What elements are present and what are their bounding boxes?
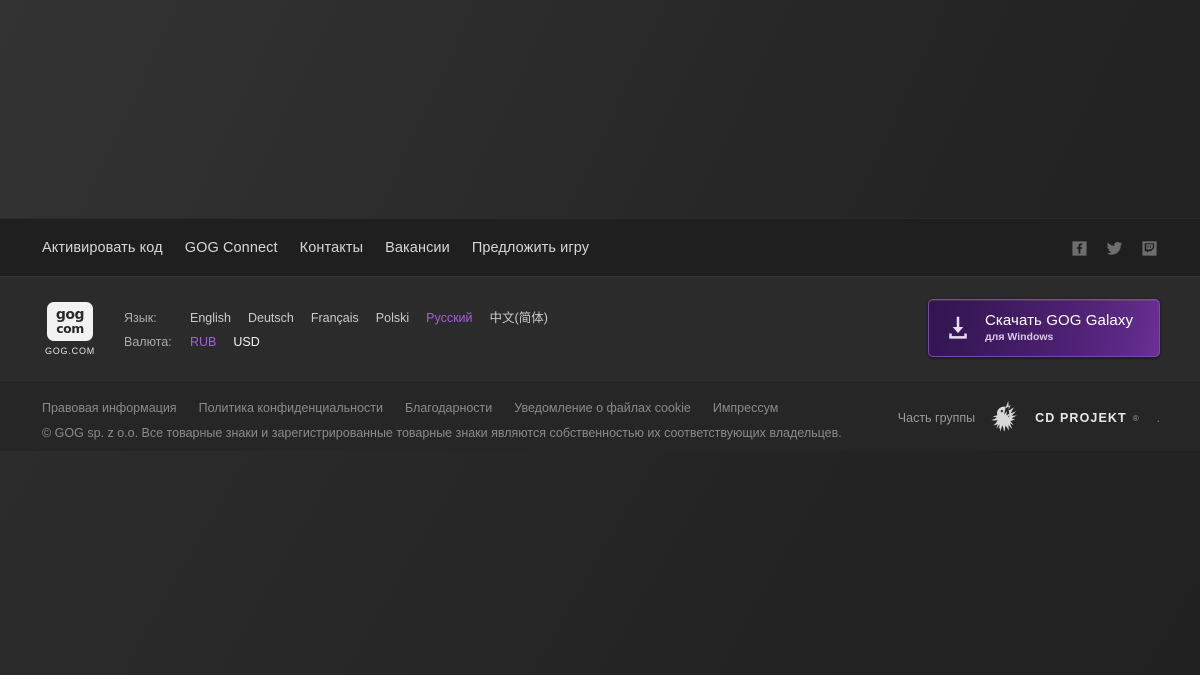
nav-suggest-game[interactable]: Предложить игру xyxy=(472,240,589,256)
language-option-deutsch[interactable]: Deutsch xyxy=(248,311,294,325)
language-option-polski[interactable]: Polski xyxy=(376,311,409,325)
footer-settings-band: gog com GOG.COM Язык: English Deutsch Fr… xyxy=(0,276,1200,381)
gog-footer-page: Активировать код GOG Connect Контакты Ва… xyxy=(0,0,1200,675)
download-galaxy-text: Скачать GOG Galaxy для Windows xyxy=(985,313,1133,344)
gog-logo-mark-bottom: com xyxy=(56,323,84,336)
currency-option-rub[interactable]: RUB xyxy=(190,335,216,349)
currency-row: Валюта: RUB USD xyxy=(124,335,548,349)
legal-link-legal[interactable]: Правовая информация xyxy=(42,401,177,415)
currency-option-usd[interactable]: USD xyxy=(233,335,259,349)
footer-legal-band: Правовая информация Политика конфиденциа… xyxy=(0,380,1200,451)
language-option-english[interactable]: English xyxy=(190,311,231,325)
footer-nav-inner: Активировать код GOG Connect Контакты Ва… xyxy=(40,240,1160,257)
page-content-area xyxy=(0,0,1200,218)
download-galaxy-button[interactable]: Скачать GOG Galaxy для Windows xyxy=(928,299,1160,357)
currency-options: RUB USD xyxy=(190,335,260,349)
cd-projekt-group[interactable]: Часть группы CD PROJEKT ® . xyxy=(898,400,1160,436)
language-options: English Deutsch Français Polski Русский … xyxy=(190,307,548,326)
download-galaxy-subtitle: для Windows xyxy=(985,332,1133,344)
preferences: Язык: English Deutsch Français Polski Ру… xyxy=(124,307,548,351)
legal-link-cookies[interactable]: Уведомление о файлах cookie xyxy=(514,401,691,415)
twitch-icon[interactable] xyxy=(1141,240,1158,257)
language-row: Язык: English Deutsch Français Polski Ру… xyxy=(124,307,548,326)
copyright-text: © GOG sp. z o.o. Все товарные знаки и за… xyxy=(42,426,842,440)
download-galaxy-title: Скачать GOG Galaxy xyxy=(985,313,1133,330)
language-label: Язык: xyxy=(124,311,190,325)
footer-settings-inner: gog com GOG.COM Язык: English Deutsch Fr… xyxy=(40,277,1160,381)
language-option-chinese[interactable]: 中文(简体) xyxy=(490,307,548,326)
language-option-francais[interactable]: Français xyxy=(311,311,359,325)
gog-logo[interactable]: gog com GOG.COM xyxy=(42,302,98,356)
nav-contacts[interactable]: Контакты xyxy=(300,240,363,256)
twitter-icon[interactable] xyxy=(1106,240,1123,257)
facebook-icon[interactable] xyxy=(1071,240,1088,257)
footer-nav-links: Активировать код GOG Connect Контакты Ва… xyxy=(40,240,589,256)
cd-projekt-prefix: Часть группы xyxy=(898,411,975,425)
cd-projekt-wordmark: CD PROJEKT xyxy=(1035,411,1127,425)
legal-link-privacy[interactable]: Политика конфиденциальности xyxy=(199,401,383,415)
currency-label: Валюта: xyxy=(124,335,190,349)
download-icon xyxy=(943,313,973,343)
legal-link-credits[interactable]: Благодарности xyxy=(405,401,492,415)
footer-nav-band: Активировать код GOG Connect Контакты Ва… xyxy=(0,218,1200,277)
footer-legal-inner: Правовая информация Политика конфиденциа… xyxy=(40,381,1160,451)
cd-projekt-bird-icon xyxy=(985,400,1025,436)
gog-logo-mark: gog com xyxy=(47,302,93,341)
cd-projekt-dot: . xyxy=(1157,411,1160,425)
cd-projekt-trademark: ® xyxy=(1133,414,1139,423)
gog-logo-label: GOG.COM xyxy=(45,346,95,356)
legal-links: Правовая информация Политика конфиденциа… xyxy=(42,401,778,415)
gog-logo-mark-top: gog xyxy=(56,308,84,322)
social-links xyxy=(1071,240,1160,257)
legal-link-impressum[interactable]: Импрессум xyxy=(713,401,778,415)
nav-activate-code[interactable]: Активировать код xyxy=(42,240,163,256)
nav-jobs[interactable]: Вакансии xyxy=(385,240,450,256)
language-option-russian[interactable]: Русский xyxy=(426,311,472,325)
nav-gog-connect[interactable]: GOG Connect xyxy=(185,240,278,256)
